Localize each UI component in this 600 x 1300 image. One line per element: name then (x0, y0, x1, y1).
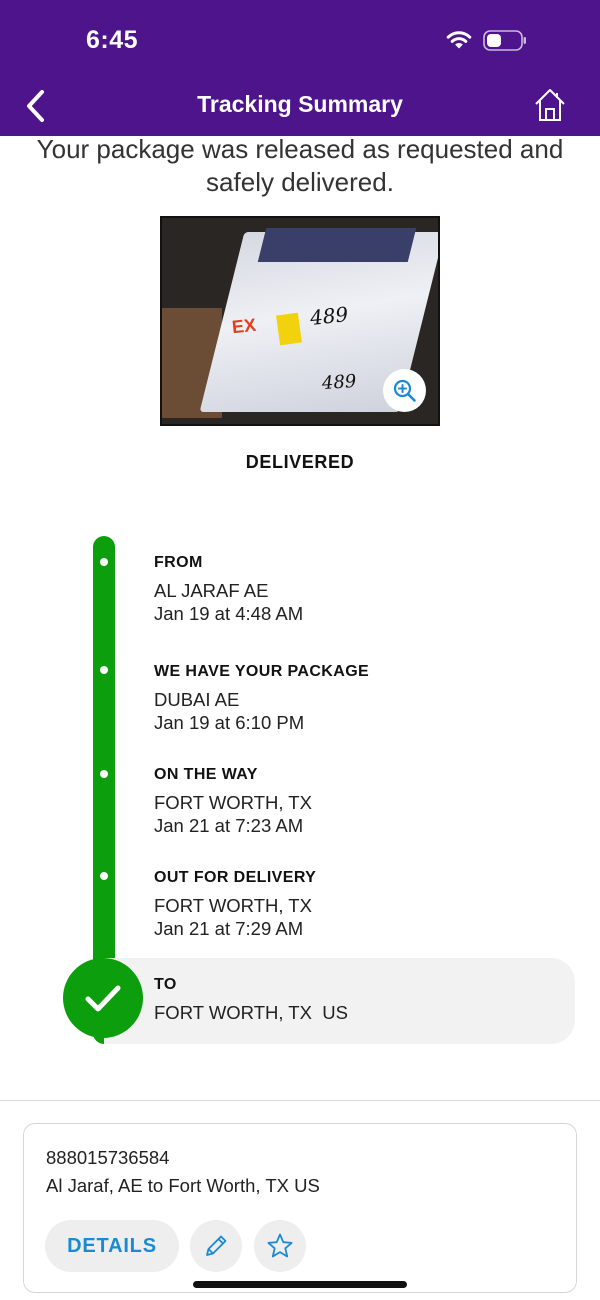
timeline-event-to: TO FORT WORTH, TX US (154, 975, 574, 1024)
pencil-icon (206, 1235, 227, 1256)
home-icon[interactable] (533, 87, 567, 123)
shipment-card[interactable]: 888015736584 Al Jaraf, AE to Fort Worth,… (23, 1123, 577, 1293)
timeline-event-from: FROM AL JARAF AE Jan 19 at 4:48 AM (154, 553, 574, 625)
timeline-event-on-the-way: ON THE WAY FORT WORTH, TX Jan 21 at 7:23… (154, 765, 574, 837)
event-location: AL JARAF AE (154, 580, 269, 601)
timeline-dot (100, 558, 108, 566)
delivery-message: Your package was released as requested a… (36, 134, 564, 197)
event-title: OUT FOR DELIVERY (154, 869, 317, 886)
status-time: 6:45 (86, 26, 139, 54)
event-time: Jan 19 at 4:48 AM (154, 603, 304, 624)
details-button[interactable]: DETAILS (45, 1220, 179, 1272)
timeline-event-out-for-delivery: OUT FOR DELIVERY FORT WORTH, TX Jan 21 a… (154, 868, 574, 940)
zoom-button[interactable] (383, 369, 426, 412)
photo-marking: 489 (308, 302, 350, 330)
tracking-number: 888015736584 (46, 1147, 170, 1168)
photo-marking-lower: 489 (321, 370, 358, 395)
checkmark-icon (85, 985, 121, 1012)
shipment-route: Al Jaraf, AE to Fort Worth, TX US (46, 1175, 320, 1196)
event-title: WE HAVE YOUR PACKAGE (154, 663, 370, 680)
event-title: TO (154, 976, 177, 993)
event-time: Jan 21 at 7:23 AM (154, 815, 304, 836)
delivery-status: DELIVERED (245, 452, 355, 472)
timeline-dot (100, 666, 108, 674)
wifi-icon (446, 31, 472, 49)
home-indicator (193, 1281, 407, 1288)
timeline-event-picked-up: WE HAVE YOUR PACKAGE DUBAI AE Jan 19 at … (154, 662, 574, 734)
zoom-in-icon (393, 379, 416, 402)
event-location: FORT WORTH, TX (154, 792, 312, 813)
event-location: DUBAI AE (154, 689, 240, 710)
timeline-dot (100, 872, 108, 880)
nickname-button[interactable] (190, 1220, 242, 1272)
event-title: FROM (154, 554, 203, 571)
event-location: FORT WORTH, TX (154, 895, 312, 916)
watch-button[interactable] (254, 1220, 306, 1272)
event-title: ON THE WAY (154, 766, 258, 783)
delivered-marker (63, 958, 143, 1038)
timeline-dot (100, 770, 108, 778)
star-icon (267, 1233, 293, 1258)
header: 6:45 Tracking Summary (0, 0, 600, 136)
battery-icon (483, 30, 526, 51)
photo-label (276, 312, 302, 346)
divider (0, 1100, 600, 1101)
event-time: Jan 21 at 7:29 AM (154, 918, 304, 939)
photo-tape (257, 228, 417, 262)
event-location: FORT WORTH, TX US (154, 1002, 348, 1023)
event-time: Jan 19 at 6:10 PM (154, 712, 305, 733)
photo-brand-mark: EX (230, 314, 257, 338)
page-title: Tracking Summary (197, 91, 403, 117)
